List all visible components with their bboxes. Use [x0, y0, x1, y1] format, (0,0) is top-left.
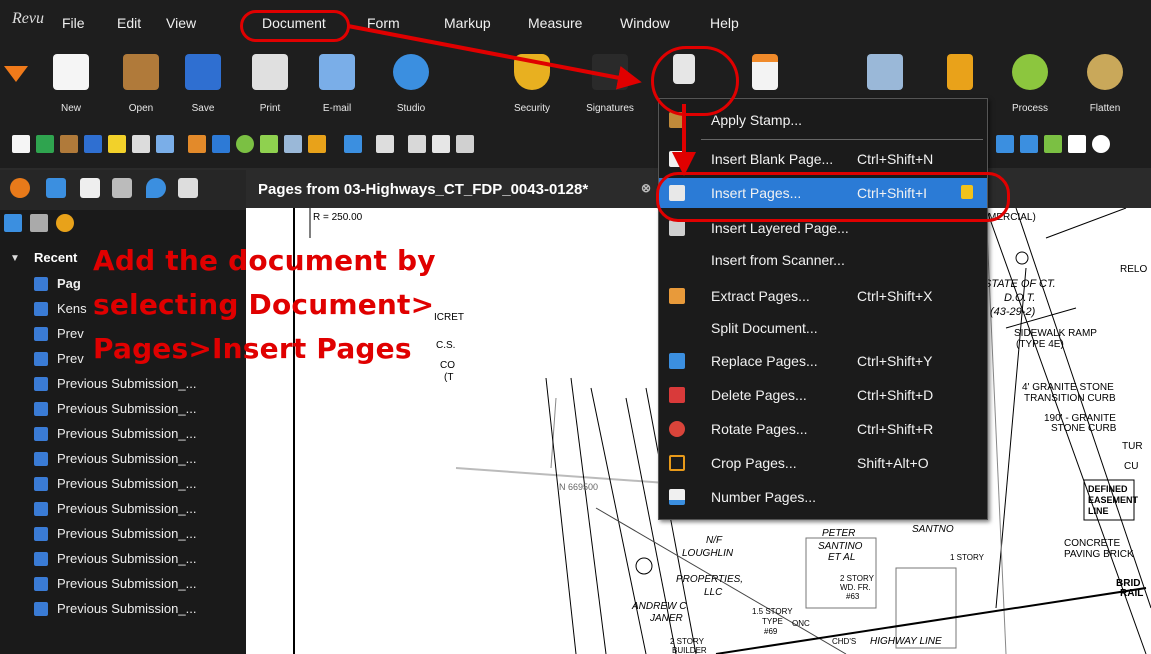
arrow-to-pages-button [347, 24, 642, 90]
annotation-arrows [347, 24, 696, 176]
